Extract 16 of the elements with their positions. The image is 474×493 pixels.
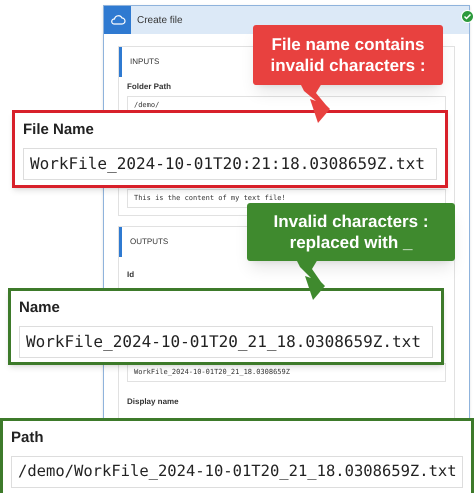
- field-value: WorkFile_2024-10-01T20:21:18.0308659Z.txt: [23, 148, 437, 180]
- field-label: File Name: [23, 120, 95, 140]
- field-label: Path: [11, 428, 45, 448]
- field-value: WorkFile_2024-10-01T20_21_18.0308659Z.txt: [19, 326, 433, 358]
- callout-tooltip: Invalid characters : replaced with _: [247, 203, 455, 261]
- field-label: Display name: [127, 396, 180, 408]
- pointer-arrow: [296, 259, 325, 300]
- field-label: Folder Path: [127, 81, 172, 93]
- callout-tooltip: File name contains invalid characters :: [253, 25, 443, 85]
- field-value: /demo/WorkFile_2024-10-01T20_21_18.0308659Z.txt: [11, 456, 463, 488]
- section-title: INPUTS: [130, 56, 160, 68]
- field-label: Id: [127, 269, 136, 281]
- section-title: OUTPUTS: [130, 236, 168, 248]
- window-title: Create file: [137, 14, 183, 28]
- field-label: Name: [19, 298, 61, 318]
- pointer-arrow: [300, 83, 330, 123]
